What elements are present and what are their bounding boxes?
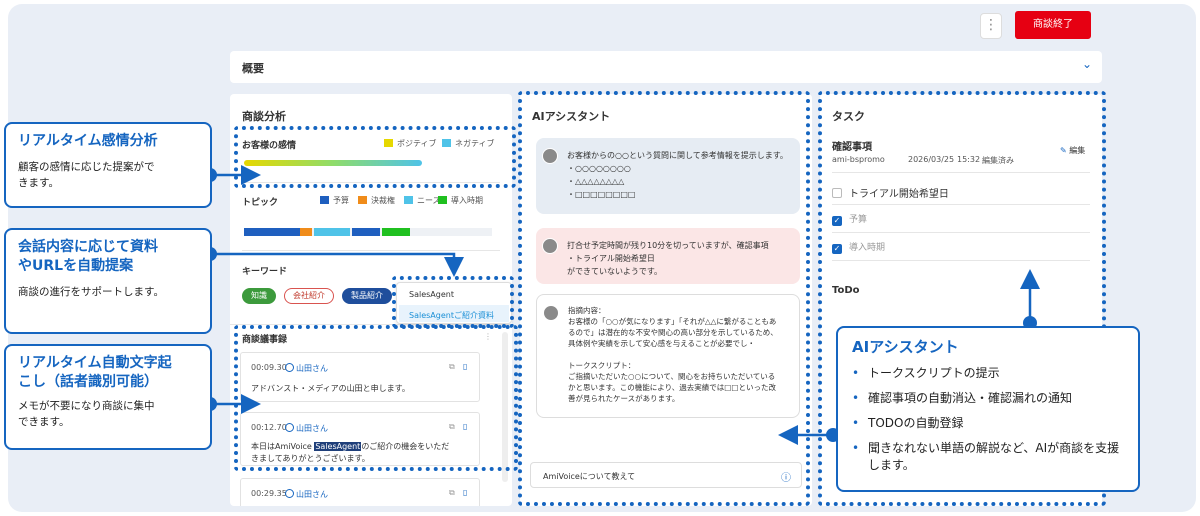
callout-title: リアルタイム自動文字起 bbox=[18, 355, 172, 371]
feature-item: • トークスクリプトの提示 bbox=[852, 366, 1000, 380]
callout-title: リアルタイム感情分析 bbox=[18, 133, 158, 149]
callout-feature-list: • トークスクリプトの提示 • 確認事項の自動消込・確認漏れの通知 • TODOの自動… bbox=[852, 365, 1124, 474]
callout-transcribe: リアルタイム自動文字起 こし（話者識別可能） メモが不要になり商談に集中 できます… bbox=[4, 344, 212, 450]
callout-body: 顧客の感情に応じた提案がで きます。 bbox=[18, 161, 155, 189]
callout-title: AIアシスタント bbox=[852, 338, 959, 356]
feature-item: • TODOの自動登録 bbox=[852, 416, 964, 430]
callout-title-line2: やURLを自動提案 bbox=[18, 258, 134, 274]
feature-item: • 確認事項の自動消込・確認漏れの通知 bbox=[852, 391, 1073, 405]
callout-material: 会話内容に応じて資料 やURLを自動提案 商談の進行をサポートします。 bbox=[4, 228, 212, 334]
callout-body: メモが不要になり商談に集中 できます。 bbox=[18, 400, 155, 428]
callout-ai-assistant: AIアシスタント • トークスクリプトの提示 • 確認事項の自動消込・確認漏れの通知… bbox=[836, 326, 1140, 492]
callout-emotion: リアルタイム感情分析 顧客の感情に応じた提案がで きます。 bbox=[4, 122, 212, 208]
callout-title-line2: こし（話者識別可能） bbox=[18, 374, 158, 390]
callout-body: 商談の進行をサポートします。 bbox=[18, 286, 164, 298]
callout-title: 会話内容に応じて資料 bbox=[18, 239, 158, 255]
feature-item: • 聞きなれない単語の解説など、AIが商談を支援します。 bbox=[852, 441, 1120, 472]
